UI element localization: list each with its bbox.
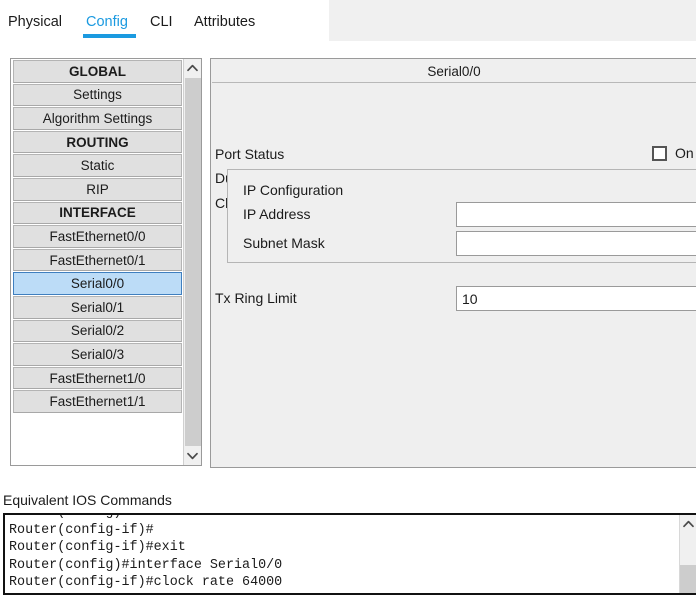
ip-configuration-title: IP Configuration	[243, 182, 344, 198]
config-category-list[interactable]: GLOBAL Settings Algorithm Settings ROUTING S…	[10, 58, 202, 466]
sidebar-item-label: ROUTING	[66, 134, 129, 150]
tab-bar: Physical Config CLI Attributes	[0, 0, 696, 41]
port-status-label: Port Status	[215, 146, 285, 162]
sidebar-item-label: Settings	[73, 87, 122, 103]
sidebar-item-label: INTERFACE	[59, 205, 136, 221]
sidebar-item-static[interactable]: Static	[13, 154, 182, 177]
console-scroll-thumb[interactable]	[680, 565, 696, 593]
chevron-up-icon[interactable]	[680, 515, 696, 532]
active-tab-underline	[83, 34, 136, 38]
sidebar-item-serial0-3[interactable]: Serial0/3	[13, 343, 182, 366]
sidebar-item-routing[interactable]: ROUTING	[13, 130, 182, 154]
sidebar-item-label: GLOBAL	[69, 63, 126, 79]
tx-ring-limit-input[interactable]: 10	[456, 286, 696, 311]
ios-commands-text: Router(config)#interface Serial0/0 Route…	[9, 515, 283, 591]
sidebar-item-rip[interactable]: RIP	[13, 177, 182, 201]
sidebar-item-settings[interactable]: Settings	[13, 83, 182, 107]
sidebar-item-label: Algorithm Settings	[42, 110, 153, 126]
sidebar-item-interface[interactable]: INTERFACE	[13, 201, 182, 225]
sidebar-item-fastethernet0-1[interactable]: FastEthernet0/1	[13, 248, 182, 272]
chevron-up-icon[interactable]	[184, 59, 201, 77]
sidebar-item-label: Serial0/0	[70, 276, 125, 292]
sidebar-item-label: Serial0/2	[70, 323, 125, 339]
interface-config-panel: Serial0/0 Port Status On Duplex Full Dup…	[210, 58, 696, 468]
subnet-mask-label: Subnet Mask	[243, 235, 325, 251]
tab-bar-filler	[329, 0, 696, 41]
port-status-checkbox[interactable]	[652, 146, 667, 161]
ios-commands-console[interactable]: Router(config)#interface Serial0/0 Route…	[3, 513, 696, 595]
chevron-down-icon[interactable]	[184, 447, 201, 465]
sidebar-item-label: Serial0/3	[70, 346, 125, 362]
config-category-list-items: GLOBAL Settings Algorithm Settings ROUTING S…	[11, 59, 184, 465]
sidebar-item-label: FastEthernet0/0	[49, 228, 146, 244]
sidebar-item-label: FastEthernet0/1	[49, 252, 146, 268]
category-list-scrollbar[interactable]	[183, 59, 201, 465]
sidebar-item-label: FastEthernet1/0	[49, 370, 146, 386]
sidebar-item-global[interactable]: GLOBAL	[13, 60, 182, 83]
ip-address-label: IP Address	[243, 206, 311, 222]
tab-cli[interactable]: CLI	[150, 14, 173, 30]
sidebar-item-fastethernet1-0[interactable]: FastEthernet1/0	[13, 366, 182, 390]
sidebar-item-label: Serial0/1	[70, 299, 125, 315]
interface-title: Serial0/0	[212, 60, 696, 83]
sidebar-item-algorithm-settings[interactable]: Algorithm Settings	[13, 107, 182, 130]
sidebar-item-fastethernet0-0[interactable]: FastEthernet0/0	[13, 225, 182, 248]
tab-attributes[interactable]: Attributes	[194, 14, 255, 30]
sidebar-item-serial0-0[interactable]: Serial0/0	[13, 272, 182, 295]
sidebar-item-fastethernet1-1[interactable]: FastEthernet1/1	[13, 390, 182, 413]
tx-ring-limit-label: Tx Ring Limit	[215, 290, 297, 306]
tab-config[interactable]: Config	[86, 14, 128, 30]
sidebar-item-label: FastEthernet1/1	[49, 394, 146, 410]
ip-address-input[interactable]	[456, 202, 696, 227]
category-list-scroll-thumb[interactable]	[185, 78, 201, 446]
sidebar-item-label: RIP	[86, 181, 109, 197]
sidebar-item-serial0-1[interactable]: Serial0/1	[13, 295, 182, 319]
sidebar-item-label: Static	[80, 158, 115, 174]
sidebar-item-serial0-2[interactable]: Serial0/2	[13, 319, 182, 343]
packet-tracer-device-window: Physical Config CLI Attributes GLOBAL Settin…	[0, 0, 696, 595]
port-status-checkbox-label: On	[675, 145, 694, 161]
subnet-mask-input[interactable]	[456, 231, 696, 256]
ios-commands-title: Equivalent IOS Commands	[3, 492, 172, 508]
console-scrollbar[interactable]	[679, 515, 696, 593]
tab-physical[interactable]: Physical	[8, 14, 62, 30]
